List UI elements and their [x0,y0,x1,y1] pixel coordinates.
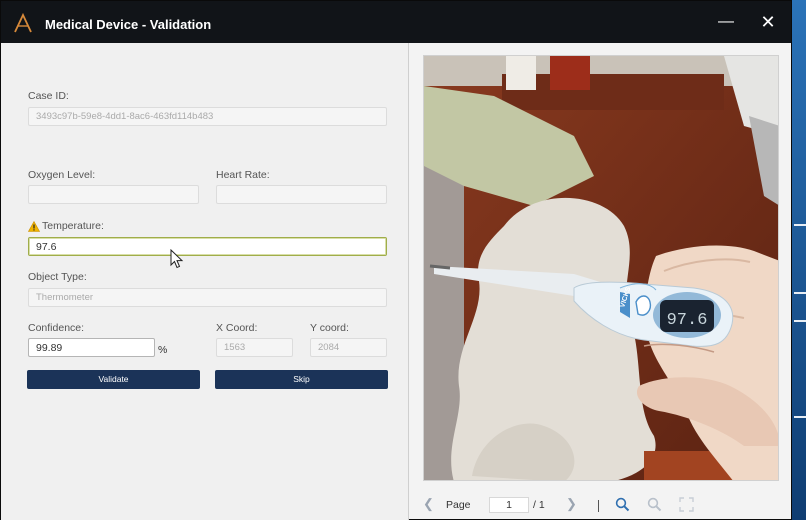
minimize-button[interactable]: — [713,11,739,33]
y-coord-label: Y coord: [310,322,349,334]
case-id-label: Case ID: [28,90,69,102]
chevron-left-icon[interactable]: ❮ [423,497,434,511]
device-photo[interactable]: VICKS 97.6 [423,55,779,481]
case-id-field[interactable]: 3493c97b-59e8-4dd1-8ac6-463fd114b483 [28,107,387,126]
confidence-label: Confidence: [28,322,85,334]
close-button[interactable]: ✕ [755,11,781,33]
desktop-window-edge [794,320,806,322]
page-label: Page [446,499,471,511]
confidence-unit: % [158,344,168,356]
app-logo-icon [14,13,32,33]
temperature-label: Temperature: [42,220,104,232]
y-coord-field[interactable]: 2084 [310,338,387,357]
warning-icon [28,221,40,232]
desktop-window-edge [794,224,806,226]
desktop-window-edge [794,292,806,294]
chevron-right-icon[interactable]: ❯ [566,497,577,511]
window-title: Medical Device - Validation [45,17,212,32]
desktop-background [792,0,806,520]
image-viewer-panel: VICKS 97.6 ❮ Page 1 / 1 ❯ [409,43,791,519]
heart-rate-field[interactable] [216,185,387,204]
validation-window: Medical Device - Validation — ✕ Case ID:… [0,0,792,520]
thermometer-display-readout: 97.6 [667,311,708,330]
mouse-cursor-icon [170,249,184,269]
object-type-field[interactable]: Thermometer [28,288,387,307]
x-coord-field[interactable]: 1563 [216,338,293,357]
title-bar[interactable]: Medical Device - Validation — ✕ [1,1,791,43]
heart-rate-label: Heart Rate: [216,169,270,181]
object-type-label: Object Type: [28,271,87,283]
confidence-field[interactable]: 99.89 [28,338,155,357]
fit-page-icon[interactable] [679,497,694,512]
validate-button[interactable]: Validate [27,370,200,389]
toolbar-divider [598,500,599,512]
page-total: / 1 [533,499,545,511]
oxygen-level-label: Oxygen Level: [28,169,96,181]
zoom-in-icon[interactable] [615,497,630,512]
oxygen-level-field[interactable] [28,185,199,204]
skip-button[interactable]: Skip [215,370,388,389]
form-panel: Case ID: 3493c97b-59e8-4dd1-8ac6-463fd11… [1,43,409,520]
page-number-input[interactable]: 1 [489,497,529,513]
desktop-window-edge [794,416,806,418]
image-pager: ❮ Page 1 / 1 ❯ [409,489,791,519]
temperature-field[interactable]: 97.6 [28,237,387,256]
x-coord-label: X Coord: [216,322,258,334]
zoom-out-icon[interactable] [647,497,662,512]
